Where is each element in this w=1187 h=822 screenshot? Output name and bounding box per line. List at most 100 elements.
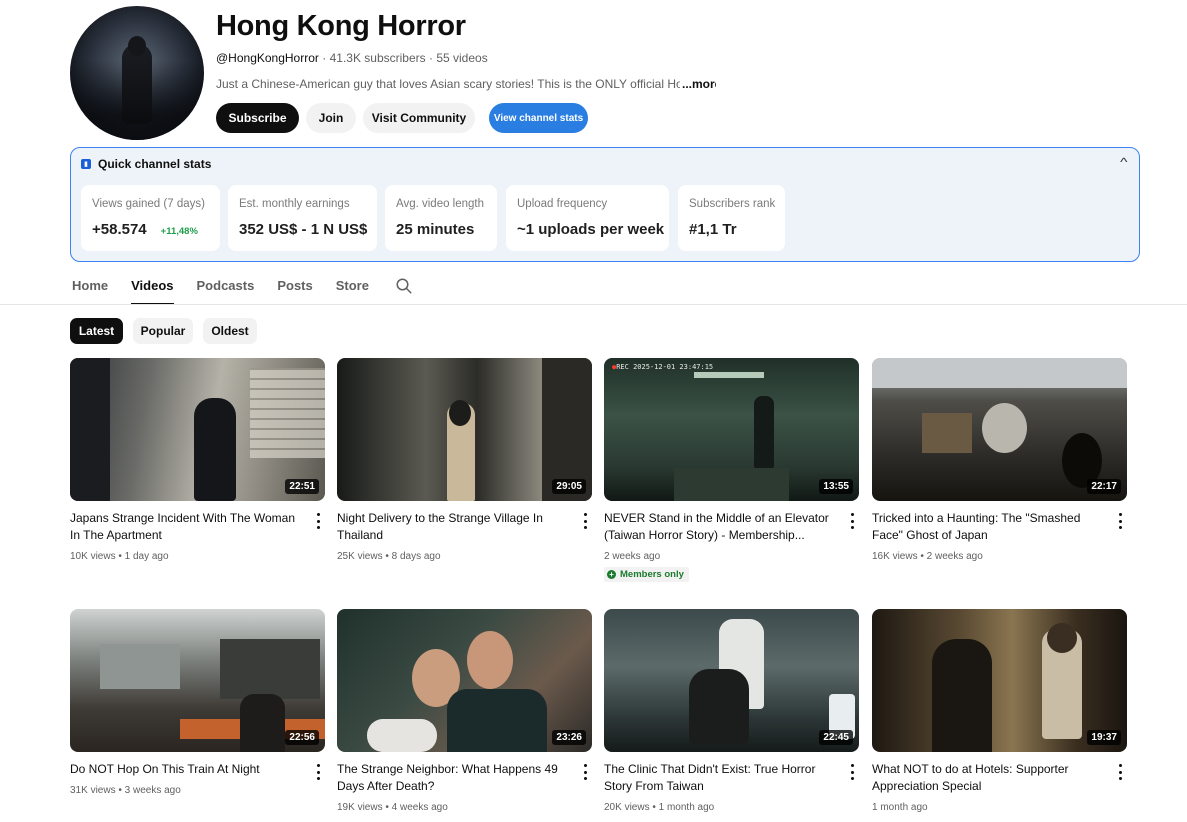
- video-duration: 13:55: [819, 479, 853, 494]
- members-only-badge: + Members only: [604, 567, 689, 582]
- visit-community-button[interactable]: Visit Community: [363, 103, 475, 133]
- stats-header[interactable]: ▮ Quick channel stats: [81, 157, 211, 171]
- video-meta: 16K views • 2 weeks ago: [872, 551, 983, 562]
- video-thumbnail[interactable]: 22:56: [70, 609, 325, 752]
- channel-avatar[interactable]: [70, 6, 204, 140]
- video-card[interactable]: 22:17 Tricked into a Haunting: The "Smas…: [872, 358, 1127, 562]
- video-meta: 19K views • 4 weeks ago: [337, 802, 448, 813]
- quick-channel-stats-panel: ▮ Quick channel stats ^ Views gained (7 …: [70, 147, 1140, 262]
- stat-value-text: +58.574: [92, 221, 147, 238]
- stat-card-subscribers-rank: Subscribers rank #1,1 Tr: [678, 185, 785, 251]
- stat-card-avg-length: Avg. video length 25 minutes: [385, 185, 497, 251]
- video-thumbnail[interactable]: 29:05: [337, 358, 592, 501]
- stat-delta: +11,48%: [160, 226, 198, 237]
- stats-title: Quick channel stats: [98, 157, 212, 171]
- stat-label: Avg. video length: [396, 198, 485, 210]
- channel-description[interactable]: Just a Chinese-American guy that loves A…: [216, 77, 716, 91]
- tab-store[interactable]: Store: [336, 278, 369, 305]
- badge-label: Members only: [620, 569, 684, 580]
- rec-overlay: ●REC 2025-12-01 23:47:15: [612, 363, 714, 371]
- video-duration: 22:56: [285, 730, 319, 745]
- stat-value: 25 minutes: [396, 221, 475, 238]
- chip-popular[interactable]: Popular: [133, 318, 193, 344]
- video-thumbnail[interactable]: 23:26: [337, 609, 592, 752]
- stat-label: Views gained (7 days): [92, 198, 205, 210]
- video-card[interactable]: 22:51 Japans Strange Incident With The W…: [70, 358, 325, 562]
- video-meta: 25K views • 8 days ago: [337, 551, 441, 562]
- thumb-man: [932, 639, 992, 752]
- stat-value: +58.574 +11,48%: [92, 221, 209, 238]
- more-options-icon[interactable]: [1117, 764, 1123, 780]
- video-title[interactable]: Tricked into a Haunting: The "Smashed Fa…: [872, 510, 1104, 544]
- stat-card-views: Views gained (7 days) +58.574 +11,48%: [81, 185, 220, 251]
- video-card[interactable]: 22:56 Do NOT Hop On This Train At Night …: [70, 609, 325, 796]
- stat-card-earnings: Est. monthly earnings 352 US$ - 1 N US$: [228, 185, 377, 251]
- chart-icon: ▮: [81, 159, 91, 169]
- meta-separator: ·: [322, 51, 330, 65]
- video-duration: 23:26: [552, 730, 586, 745]
- description-more-link[interactable]: ...more: [680, 77, 716, 91]
- channel-handle[interactable]: @HongKongHorror: [216, 51, 319, 65]
- video-meta: 20K views • 1 month ago: [604, 802, 715, 813]
- video-thumbnail[interactable]: 19:37: [872, 609, 1127, 752]
- video-thumbnail[interactable]: ●REC 2025-12-01 23:47:15 13:55: [604, 358, 859, 501]
- video-card[interactable]: ●REC 2025-12-01 23:47:15 13:55 NEVER Sta…: [604, 358, 859, 582]
- more-options-icon[interactable]: [582, 764, 588, 780]
- members-icon: +: [607, 570, 616, 579]
- video-duration: 19:37: [1087, 730, 1121, 745]
- video-meta: 31K views • 3 weeks ago: [70, 785, 181, 796]
- stat-label: Subscribers rank: [689, 198, 776, 210]
- more-options-icon[interactable]: [849, 513, 855, 529]
- video-title[interactable]: Night Delivery to the Strange Village In…: [337, 510, 569, 544]
- more-options-icon[interactable]: [582, 513, 588, 529]
- video-duration: 22:17: [1087, 479, 1121, 494]
- stat-value: ~1 uploads per week: [517, 221, 665, 238]
- more-options-icon[interactable]: [315, 764, 321, 780]
- description-text: Just a Chinese-American guy that loves A…: [216, 77, 690, 91]
- thumb-ghost: [689, 669, 749, 744]
- video-duration: 29:05: [552, 479, 586, 494]
- video-title[interactable]: NEVER Stand in the Middle of an Elevator…: [604, 510, 836, 544]
- video-title[interactable]: Do NOT Hop On This Train At Night: [70, 761, 302, 778]
- video-card[interactable]: 19:37 What NOT to do at Hotels: Supporte…: [872, 609, 1127, 813]
- rec-overlay-text: REC 2025-12-01 23:47:15: [616, 363, 714, 371]
- more-options-icon[interactable]: [849, 764, 855, 780]
- video-meta: 1 month ago: [872, 802, 928, 813]
- thumb-ghost-face: [982, 403, 1027, 453]
- thumb-ghost: [194, 398, 236, 501]
- thumb-floor: [674, 468, 789, 501]
- view-channel-stats-button[interactable]: View channel stats: [489, 103, 588, 133]
- more-options-icon[interactable]: [1117, 513, 1123, 529]
- search-icon[interactable]: [395, 277, 413, 295]
- tab-home[interactable]: Home: [72, 278, 108, 305]
- tab-podcasts[interactable]: Podcasts: [197, 278, 255, 305]
- thumb-ghost: [754, 396, 774, 468]
- video-card[interactable]: 22:45 The Clinic That Didn't Exist: True…: [604, 609, 859, 813]
- tab-posts[interactable]: Posts: [277, 278, 312, 305]
- more-options-icon[interactable]: [315, 513, 321, 529]
- thumb-ceiling-light: [694, 372, 764, 378]
- chip-latest[interactable]: Latest: [70, 318, 123, 344]
- thumb-ghost-head: [1047, 623, 1077, 653]
- chevron-up-icon[interactable]: ^: [1121, 155, 1128, 169]
- stat-label: Upload frequency: [517, 198, 608, 210]
- thumb-ghost-head: [449, 400, 471, 426]
- avatar-ghost-figure: [122, 44, 152, 124]
- video-title[interactable]: Japans Strange Incident With The Woman I…: [70, 510, 302, 544]
- video-duration: 22:51: [285, 479, 319, 494]
- video-card[interactable]: 23:26 The Strange Neighbor: What Happens…: [337, 609, 592, 813]
- video-duration: 22:45: [819, 730, 853, 745]
- chip-oldest[interactable]: Oldest: [203, 318, 257, 344]
- tab-videos[interactable]: Videos: [131, 278, 174, 305]
- video-title[interactable]: What NOT to do at Hotels: Supporter Appr…: [872, 761, 1104, 795]
- channel-meta: @HongKongHorror · 41.3K subscribers · 55…: [216, 51, 488, 65]
- video-card[interactable]: 29:05 Night Delivery to the Strange Vill…: [337, 358, 592, 562]
- join-button[interactable]: Join: [306, 103, 356, 133]
- subscribe-button[interactable]: Subscribe: [216, 103, 299, 133]
- video-title[interactable]: The Strange Neighbor: What Happens 49 Da…: [337, 761, 569, 795]
- stat-card-upload-frequency: Upload frequency ~1 uploads per week: [506, 185, 669, 251]
- video-title[interactable]: The Clinic That Didn't Exist: True Horro…: [604, 761, 836, 795]
- video-thumbnail[interactable]: 22:45: [604, 609, 859, 752]
- video-thumbnail[interactable]: 22:17: [872, 358, 1127, 501]
- video-thumbnail[interactable]: 22:51: [70, 358, 325, 501]
